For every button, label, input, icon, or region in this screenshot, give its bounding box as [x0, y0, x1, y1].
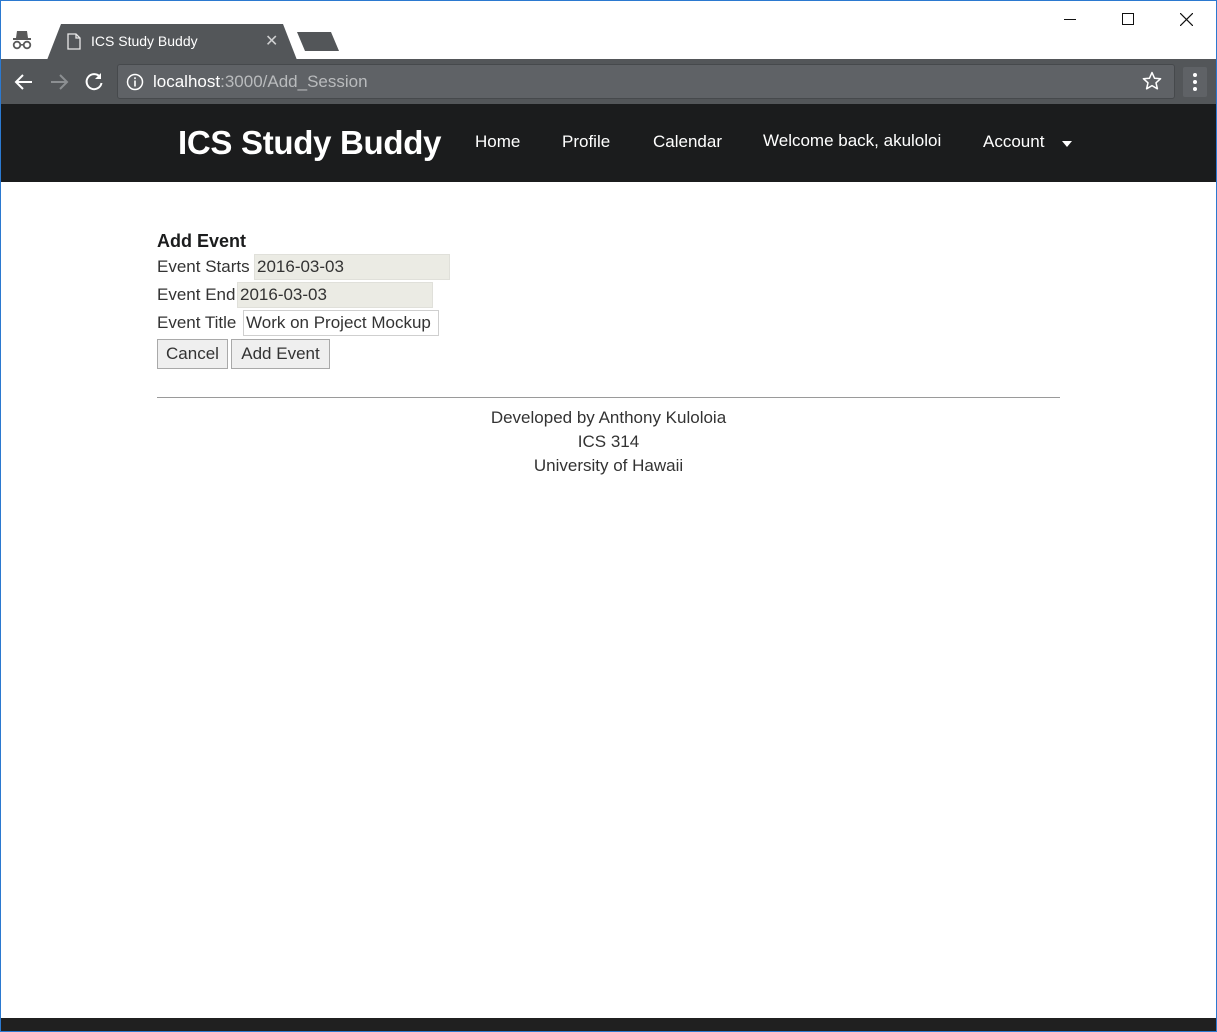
add-event-button[interactable]: Add Event [231, 339, 330, 369]
url-path: :3000/Add_Session [220, 72, 368, 91]
cancel-button[interactable]: Cancel [157, 339, 228, 369]
event-title-field[interactable]: Work on Project Mockup [243, 310, 439, 336]
address-bar[interactable]: localhost:3000/Add_Session [117, 64, 1175, 99]
reload-icon[interactable] [83, 71, 105, 93]
incognito-icon [12, 31, 32, 50]
nav-item-profile[interactable]: Profile [562, 132, 610, 152]
tab-title: ICS Study Buddy [91, 33, 198, 49]
page-icon [67, 33, 81, 50]
footer-developer: Developed by Anthony Kuloloia [490, 408, 727, 427]
forward-arrow-icon[interactable] [48, 71, 70, 93]
tab-strip: ICS Study Buddy ✕ [1, 1, 1216, 60]
brand-title[interactable]: ICS Study Buddy [178, 124, 441, 162]
account-dropdown[interactable]: Account [983, 132, 1044, 152]
star-icon[interactable] [1142, 71, 1162, 91]
event-end-label: Event End [157, 285, 236, 304]
menu-dots-icon[interactable] [1183, 67, 1207, 97]
event-starts-label: Event Starts [157, 257, 250, 276]
url-host: localhost [153, 72, 221, 91]
close-icon[interactable]: ✕ [265, 31, 278, 51]
info-icon[interactable] [126, 73, 144, 91]
maximize-button[interactable] [1099, 1, 1157, 37]
app-navbar: ICS Study Buddy Home Profile Calendar We… [1, 104, 1216, 182]
event-end-field[interactable]: 2016-03-03 [237, 282, 433, 308]
tab-ics-study-buddy[interactable]: ICS Study Buddy ✕ [47, 24, 297, 60]
os-taskbar [0, 1018, 1217, 1032]
footer-university: University of Hawaii [533, 456, 684, 475]
welcome-text: Welcome back, akuloloi [763, 131, 942, 150]
nav-item-home[interactable]: Home [475, 132, 520, 152]
event-title-label: Event Title [157, 313, 237, 332]
minimize-button[interactable] [1041, 1, 1099, 37]
form-title: Add Event [157, 231, 247, 251]
back-arrow-icon[interactable] [13, 71, 35, 93]
footer: Developed by Anthony Kuloloia ICS 314 Un… [157, 406, 1060, 478]
browser-toolbar: localhost:3000/Add_Session [1, 59, 1216, 104]
nav-item-calendar[interactable]: Calendar [653, 132, 722, 152]
url-text: localhost:3000/Add_Session [153, 72, 368, 92]
event-starts-field[interactable]: 2016-03-03 [254, 254, 450, 280]
window-close-button[interactable] [1157, 1, 1215, 37]
new-tab-button[interactable] [297, 32, 341, 52]
caret-down-icon[interactable] [1061, 140, 1073, 148]
footer-course: ICS 314 [577, 432, 640, 451]
footer-divider [157, 397, 1060, 398]
